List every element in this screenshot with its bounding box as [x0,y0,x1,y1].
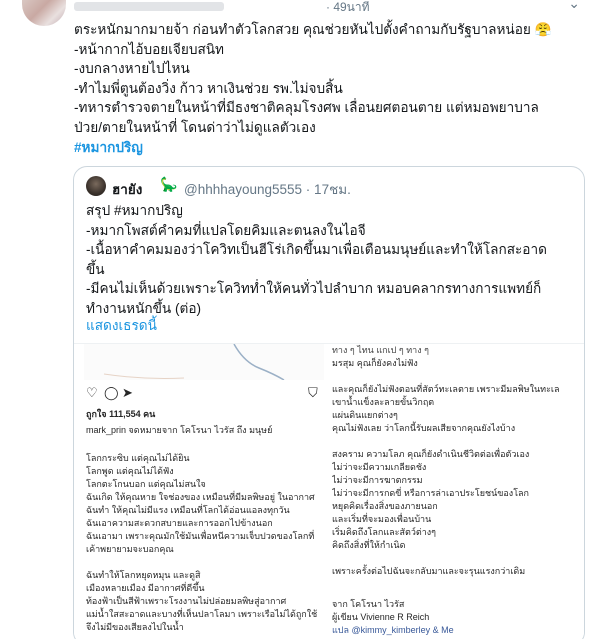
poem-line [332,435,560,448]
poem-line: ฉันเอาความสะดวกสบายและการออกไปข้างนอก [86,518,273,528]
poem-line: ฉันทำให้โลกหยุดหมุน และดูสิ [86,570,201,580]
avatar[interactable] [22,0,66,26]
credit-line: ผู้เขียน Vivienne R Reich [332,612,430,622]
poem-line: ฉันทำ ให้คุณไม่มีแรง เหมือนที่โลกได้อ่อน… [86,505,290,515]
poem-line: สงคราม ความโลภ คุณก็ยังดำเนินชีวิตต่อเพื… [332,449,530,459]
tweet-line: -ทหารตำรวจตายในหน้าที่มีธงชาติคลุมโรงศพ … [74,100,539,116]
poem-right: ทาง ๆ ไทน แกเป ๆ ทาง ๆ มรสุม คุณก็ยังคงไ… [332,344,560,578]
chevron-down-icon[interactable]: ⌄ [568,0,580,12]
comment-icon[interactable]: ◯ [104,386,119,401]
poem-line: โลกพูด แต่คุณไม่ได้ฟัง [86,466,174,476]
quoted-line: -มีคนไม่เห็นด้วยเพราะโควิทท่ำให้คนทั่วไป… [86,281,542,297]
post-caption: mark_prin จดหมายจาก โคโรนา ไวรัส ถึง มนุ… [86,425,273,435]
poem-line: เขาน้ำแข็งละลายขั้นวิกฤต [332,397,435,407]
credit-line[interactable]: แปล @kimmy_kimberley & Me [332,624,454,637]
quoted-display-name[interactable]: ฮายัง [112,178,142,200]
instagram-post-left: ♡ ◯ ➤ ⛉ ถูกใจ 111,554 คน mark_prin จดหมา… [84,344,324,639]
tweet-line: -หน้ากากไอ้บอยเจียบสนิท [74,41,225,57]
likes-count: ถูกใจ 111,554 คน [86,409,156,419]
blurred-name[interactable] [74,2,224,11]
poem-line: เมืองหลายเมือง มีอากาศที่ดีขึ้น [86,583,205,593]
bookmark-icon[interactable]: ⛉ [308,386,318,401]
illustration [84,344,324,381]
quoted-line: -เนื้อหาคำคมมองว่าโควิทเป็นฮีโร่เกิดขึ้น… [86,242,547,258]
poem-line: เพราะครั้งต่อไปฉันจะกลับมาและจะรุนแรงกว่… [332,566,526,576]
poem-line: ฉันเกิด ให้คุณหาย ใจช่องของ เหมือนที่มีม… [86,492,315,502]
quoted-tweet[interactable]: ฮายัง 🦕 @hhhhayoung5555 · 17ชม. สรุป #หม… [73,166,585,639]
poem-line [332,552,560,565]
quoted-tweet-text: สรุป #หมากปริญ -หมากโพสต์คำคมที่แปลโดยคิ… [86,201,574,319]
poem-line: และคุณก็ยังไม่ฟังตอนที่สัตว์ทะเลตาย เพรา… [332,384,560,394]
credit: จาก โคโรนา ไวรัส ผู้เขียน Vivienne R Rei… [332,598,454,637]
tweet-line: -งบกลางหายไปไหน [74,61,190,77]
quoted-line: สรุป #หมากปริญ [86,203,183,218]
poem-line: จึงไม่มีของเสียลงไปในน้ำ [86,622,184,632]
poem-line: ท้องฟ้าเป็นสีฟ้าเพราะโรงงานไม่ปล่อยมลพิษ… [86,596,287,606]
quoted-tweet-header: ฮายัง 🦕 @hhhhayoung5555 · 17ชม. [86,176,566,197]
quoted-line: ทำงานหนักขึ้น (ต่อ) [86,300,202,316]
share-icon[interactable]: ➤ [122,386,133,401]
poem-line: เริ่มคิดถึงโลกและสัตว์ต่างๆ [332,527,437,537]
poem-line: คิดถึงสิ่งที่ให้กำเนิด [332,540,406,550]
poem-left: โลกกระซิบ แต่คุณไม่ได้ยิน โลกพูด แต่คุณไ… [86,452,317,634]
poem-line: แม่น้ำใสสะอาดและบางที่เห็นปลาโลมา เพราะเ… [86,609,318,619]
poem-line [332,370,560,383]
heart-icon[interactable]: ♡ [86,386,98,401]
tweet-text: ตระหนักมากมายจ้า ก่อนทำตัวโลกสวย คุณช่วย… [74,20,584,157]
quoted-line: ขึ้น [86,261,105,277]
show-thread-link[interactable]: แสดงเธรดนี้ [86,314,157,336]
poem-line: โลกกระซิบ แต่คุณไม่ได้ยิน [86,453,190,463]
poem-line: ทาง ๆ ไทน แกเป ๆ ทาง ๆ [332,345,429,355]
poem-line: โลกตะโกนบอก แต่คุณไม่สนใจ [86,479,206,489]
tweet-line: ตระหนักมากมายจ้า ก่อนทำตัวโลกสวย คุณช่วย… [74,22,552,37]
tweet-header: · 49นาที ⌄ [74,0,584,14]
credit-line: จาก โคโรนา ไวรัส [332,599,405,609]
illustration-drawing [103,344,285,381]
hashtag-link[interactable]: #หมากปริญ [74,138,584,158]
poem-line: มรสุม คุณก็ยังคงไม่ฟัง [332,358,418,368]
tweet: · 49นาที ⌄ ตระหนักมากมายจ้า ก่อนทำตัวโลก… [0,0,596,639]
poem-line: หยุดคิดเรื่องสิ่งของภายนอก [332,501,438,511]
poem-line: แผ่นดินแยกต่างๆ [332,410,398,420]
dinosaur-icon: 🦕 [160,176,178,192]
poem-line: ไม่ว่าจะมีการฆาตกรรม [332,475,423,485]
instagram-actions: ♡ ◯ ➤ ⛉ [86,386,322,404]
quoted-line: -หมากโพสต์คำคมที่แปลโดยคิมและตนลงในไอจี [86,222,366,238]
attached-screenshot[interactable]: ♡ ◯ ➤ ⛉ ถูกใจ 111,554 คน mark_prin จดหมา… [74,343,584,639]
poem-line: คุณไม่ฟังเลย ว่าโลกนี้รับผลเสียจากคุณยัง… [332,423,516,433]
poem-line: ฉันเอามา เพราะคุณมักใช้มันเพื่อหนีความเจ… [86,531,315,541]
tweet-line: -ทำไมพี่ตูนต้องวิ่ง ก้าว หาเงินช่วย รพ.ไ… [74,80,343,96]
tweet-time[interactable]: · 49นาที [326,0,370,14]
poem-line: เค้าพยายามจะบอกคุณ [86,544,174,554]
poem-line: ไม่ว่าจะมีการกดขี่ หรือการล่าเอาประโยชน์… [332,488,530,498]
quoted-handle-time[interactable]: @hhhhayoung5555 · 17ชม. [184,178,351,200]
quoted-avatar[interactable] [86,176,106,196]
poem-line: และเริ่มที่จะมองเพื่อนบ้าน [332,514,432,524]
instagram-post-right: ทาง ๆ ไทน แกเป ๆ ทาง ๆ มรสุม คุณก็ยังคงไ… [332,344,584,639]
poem-line [86,556,317,569]
tweet-line: ป่วย/ตายในหน้าที่ โดนด่าว่าไม่ดูแลตัวเอง [74,119,316,135]
poem-line: ไม่ว่าจะมีความเกลียดชัง [332,462,427,472]
